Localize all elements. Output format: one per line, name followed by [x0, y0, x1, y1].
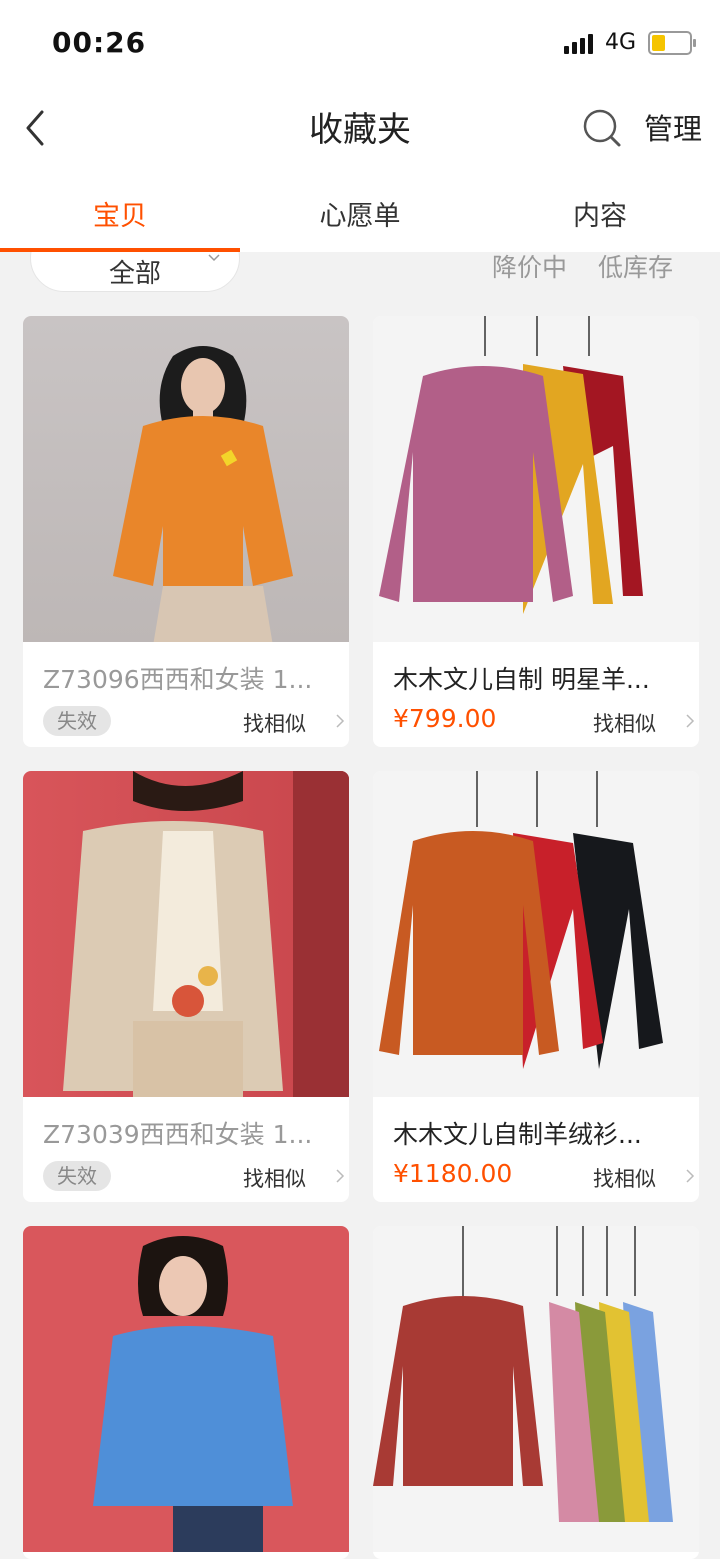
chevron-right-icon [336, 1169, 345, 1183]
product-image [373, 1226, 699, 1552]
nav-bar: 收藏夹 管理 [0, 88, 720, 170]
find-similar-button[interactable]: 找相似 [243, 708, 306, 738]
battery-level [652, 34, 665, 51]
chevron-right-icon [686, 714, 695, 728]
product-image [373, 316, 699, 642]
chevron-right-icon [336, 714, 345, 728]
find-similar-button[interactable]: 找相似 [593, 1163, 656, 1193]
status-badge: 失效 [43, 706, 111, 736]
category-filter-label: 全部 [109, 259, 162, 289]
tab-wishlist[interactable]: 心愿单 [240, 194, 480, 233]
chevron-down-icon [208, 254, 220, 262]
battery-icon [648, 30, 696, 55]
category-filter[interactable]: 全部 [30, 252, 240, 292]
signal-icon [563, 32, 593, 54]
product-title: Z73096西西和女装 1... [43, 665, 313, 694]
tab-baobei[interactable]: 宝贝 [0, 194, 240, 233]
product-price: ¥799.00 [393, 704, 497, 733]
status-badge: 失效 [43, 1161, 111, 1191]
product-image [373, 771, 699, 1097]
manage-button[interactable]: 管理 [644, 106, 702, 148]
network-type: 4G [604, 30, 636, 55]
product-image [23, 771, 349, 1097]
product-card[interactable]: Z73039西西和女装 1... 失效 找相似 [23, 771, 349, 1202]
product-card[interactable]: 木木文儿自制羊绒衫... ¥1180.00 找相似 [373, 771, 699, 1202]
status-bar: 00:26 4G [0, 0, 720, 88]
product-title: Z73039西西和女装 1... [43, 1120, 313, 1149]
status-time: 00:26 [52, 26, 147, 59]
tab-content[interactable]: 内容 [480, 194, 720, 233]
filter-row: 全部 降价中 低库存 [0, 252, 720, 294]
product-image [23, 316, 349, 642]
filter-price-drop[interactable]: 降价中 [492, 252, 567, 284]
status-indicators: 4G [563, 30, 696, 55]
product-title: 木木文儿自制羊绒衫... [393, 1120, 642, 1149]
product-title: 木木文儿自制 明星羊... [393, 665, 650, 694]
search-button[interactable] [580, 106, 624, 150]
find-similar-button[interactable]: 找相似 [593, 708, 656, 738]
product-card[interactable] [23, 1226, 349, 1559]
product-image [23, 1226, 349, 1552]
filter-low-stock[interactable]: 低库存 [598, 252, 673, 284]
product-price: ¥1180.00 [393, 1159, 513, 1188]
product-card[interactable]: 木木文儿自制 明星羊... ¥799.00 找相似 [373, 316, 699, 747]
chevron-right-icon [686, 1169, 695, 1183]
product-card[interactable] [373, 1226, 699, 1559]
product-card[interactable]: Z73096西西和女装 1... 失效 找相似 [23, 316, 349, 747]
find-similar-button[interactable]: 找相似 [243, 1163, 306, 1193]
search-icon [583, 109, 621, 147]
tab-bar: 宝贝 心愿单 内容 [0, 170, 720, 252]
